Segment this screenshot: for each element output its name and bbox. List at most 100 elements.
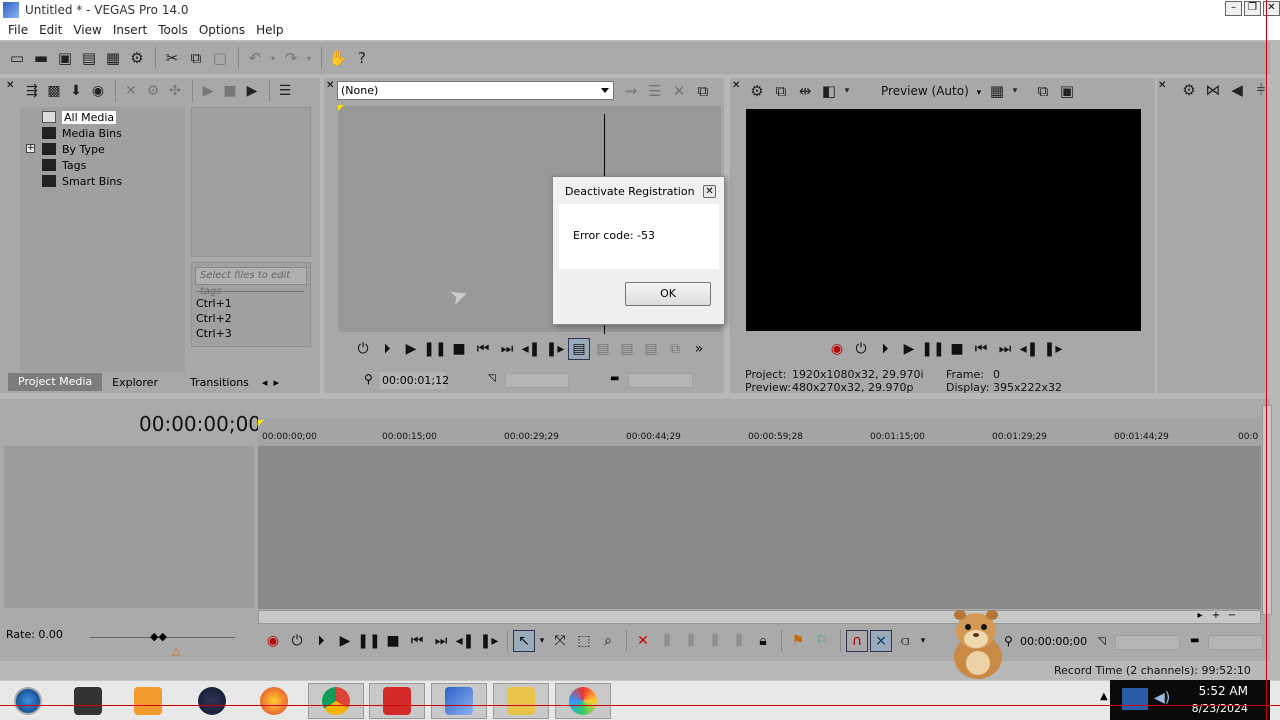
taskbar-firefox[interactable] bbox=[246, 683, 302, 719]
previous-frame-icon[interactable]: ◂❚ bbox=[1018, 338, 1040, 360]
play-from-start-icon[interactable]: ⏵ bbox=[310, 630, 332, 652]
menu-view[interactable]: View bbox=[73, 23, 101, 37]
downmix-icon[interactable]: ⋈ bbox=[1202, 79, 1224, 101]
preview-quality-select[interactable]: Preview (Auto) ▾ bbox=[881, 84, 981, 98]
capture-icon[interactable]: ▩ bbox=[44, 81, 64, 101]
play-from-start-icon[interactable]: ⏵ bbox=[874, 338, 896, 360]
previous-frame-icon[interactable]: ◂❚ bbox=[454, 630, 476, 652]
overlays-grid-icon[interactable]: ▦ bbox=[986, 80, 1008, 102]
media-generators-icon[interactable]: ✣ bbox=[165, 81, 185, 101]
taskbar-app-3[interactable] bbox=[184, 683, 240, 719]
save-icon[interactable]: ▣ bbox=[54, 47, 76, 69]
trimmer-mode-icon[interactable]: ▤ bbox=[640, 338, 662, 360]
tree-item-media-bins[interactable]: Media Bins bbox=[42, 125, 122, 141]
mixer-options-icon[interactable]: ⫩ bbox=[1250, 79, 1272, 101]
copy-icon[interactable]: ⧉ bbox=[185, 47, 207, 69]
auto-crossfade-icon[interactable]: ⨯ bbox=[870, 630, 892, 652]
network-icon[interactable] bbox=[1122, 688, 1148, 710]
stop-icon[interactable]: ■ bbox=[946, 338, 968, 360]
clock-date[interactable]: 8/23/2024 bbox=[1192, 702, 1248, 715]
snapping-magnet-icon[interactable]: ∩ bbox=[846, 630, 868, 652]
next-frame-icon[interactable]: ❚▸ bbox=[1042, 338, 1064, 360]
redo-icon[interactable]: ↷ bbox=[280, 47, 302, 69]
taskbar-paint[interactable] bbox=[555, 683, 611, 719]
trimmer-mode-icon[interactable]: ⧉ bbox=[664, 338, 686, 360]
menu-help[interactable]: Help bbox=[256, 23, 283, 37]
tree-item-by-type[interactable]: By Type bbox=[42, 141, 105, 157]
undo-dropdown-icon[interactable]: ▾ bbox=[268, 47, 278, 69]
remove-icon[interactable]: ✕ bbox=[121, 81, 141, 101]
go-to-end-icon[interactable]: ⏭ bbox=[430, 630, 452, 652]
panel-close-icon[interactable]: ✕ bbox=[326, 80, 334, 91]
settings-gear-icon[interactable]: ⚙ bbox=[126, 47, 148, 69]
menu-edit[interactable]: Edit bbox=[39, 23, 62, 37]
timeline-vertical-scrollbar[interactable] bbox=[1262, 405, 1272, 615]
delete-icon[interactable]: ✕ bbox=[632, 630, 654, 652]
play-icon[interactable]: ▶ bbox=[198, 81, 218, 101]
insert-region-icon[interactable]: ⚐ bbox=[811, 630, 833, 652]
web-media-icon[interactable]: ◉ bbox=[88, 81, 108, 101]
split-icon[interactable]: ⫼ bbox=[728, 630, 750, 652]
trim-end-icon[interactable]: ⫼ bbox=[704, 630, 726, 652]
ok-button[interactable]: OK bbox=[625, 282, 711, 306]
go-to-start-icon[interactable]: ⏮ bbox=[406, 630, 428, 652]
paste-icon[interactable]: ▢ bbox=[209, 47, 231, 69]
play-from-start-icon[interactable]: ⏵ bbox=[376, 338, 398, 360]
expand-icon[interactable]: + bbox=[26, 144, 35, 153]
envelope-tool-icon[interactable]: ⤧ bbox=[549, 630, 571, 652]
chevron-down-icon[interactable]: ▾ bbox=[537, 630, 547, 652]
trimmer-options-icon[interactable]: ⧉ bbox=[692, 80, 714, 102]
next-frame-icon[interactable]: ❚▸ bbox=[544, 338, 566, 360]
media-fx-icon[interactable]: ⚙ bbox=[143, 81, 163, 101]
normal-edit-tool-icon[interactable]: ↖ bbox=[513, 630, 535, 652]
zoom-in-icon[interactable]: + bbox=[1208, 610, 1224, 621]
auto-preview-icon[interactable]: ▶ bbox=[242, 81, 262, 101]
trimmer-mode-icon[interactable]: ▤ bbox=[568, 338, 590, 360]
help-icon[interactable]: ? bbox=[351, 47, 373, 69]
copy-snapshot-icon[interactable]: ⧉ bbox=[1032, 80, 1054, 102]
taskbar-hypercam[interactable] bbox=[493, 683, 549, 719]
tag-input[interactable]: Select files to edit tags bbox=[195, 267, 307, 297]
tray-expand-icon[interactable]: ▲ bbox=[1100, 691, 1108, 702]
selection-tool-icon[interactable]: ⬚ bbox=[573, 630, 595, 652]
stop-icon[interactable]: ■ bbox=[220, 81, 240, 101]
taskbar-app-2[interactable] bbox=[120, 683, 176, 719]
zoom-out-icon[interactable]: − bbox=[1224, 610, 1240, 621]
taskbar-vegas[interactable] bbox=[431, 683, 487, 719]
taskbar-chrome[interactable] bbox=[308, 683, 364, 719]
get-media-icon[interactable]: ⬇ bbox=[66, 81, 86, 101]
record-icon[interactable]: ◉ bbox=[826, 338, 848, 360]
menu-tools[interactable]: Tools bbox=[158, 23, 188, 37]
import-media-icon[interactable]: ⇶ bbox=[22, 81, 42, 101]
dialog-close-button[interactable]: ✕ bbox=[703, 185, 716, 198]
tab-explorer[interactable]: Explorer bbox=[102, 376, 168, 389]
media-files-pane[interactable] bbox=[191, 107, 311, 257]
trim-icon[interactable]: ⫼ bbox=[656, 630, 678, 652]
volume-icon[interactable]: ◀) bbox=[1154, 690, 1170, 706]
timeline-horizontal-scrollbar[interactable] bbox=[258, 610, 1261, 624]
tab-scroll-right-icon[interactable]: ▸ bbox=[270, 376, 282, 389]
loop-icon[interactable]: ⏻ bbox=[286, 630, 308, 652]
open-folder-icon[interactable]: ▬ bbox=[30, 47, 52, 69]
tab-project-media[interactable]: Project Media bbox=[8, 373, 103, 391]
tree-item-smart-bins[interactable]: Smart Bins bbox=[42, 173, 122, 189]
minimize-button[interactable]: – bbox=[1225, 1, 1242, 16]
play-icon[interactable]: ▶ bbox=[400, 338, 422, 360]
panel-close-icon[interactable]: ✕ bbox=[6, 80, 14, 91]
panel-close-icon[interactable]: ✕ bbox=[732, 80, 740, 91]
pause-icon[interactable]: ❚❚ bbox=[921, 338, 944, 360]
auto-ripple-icon[interactable]: ⫏ bbox=[894, 630, 916, 652]
selection-start-field[interactable] bbox=[1115, 635, 1180, 650]
menu-insert[interactable]: Insert bbox=[113, 23, 147, 37]
go-to-start-icon[interactable]: ⏮ bbox=[472, 338, 494, 360]
pause-icon[interactable]: ❚❚ bbox=[357, 630, 380, 652]
maximize-button[interactable]: ❐ bbox=[1244, 1, 1261, 16]
previous-frame-icon[interactable]: ◂❚ bbox=[520, 338, 542, 360]
properties-icon[interactable]: ✋ bbox=[327, 47, 349, 69]
clear-icon[interactable]: ✕ bbox=[668, 80, 690, 102]
tree-item-tags[interactable]: Tags bbox=[42, 157, 86, 173]
save-snapshot-icon[interactable]: ▣ bbox=[1056, 80, 1078, 102]
taskbar-app-1[interactable] bbox=[60, 683, 116, 719]
track-area[interactable] bbox=[258, 446, 1261, 609]
trimmer-in-field[interactable] bbox=[505, 373, 569, 388]
